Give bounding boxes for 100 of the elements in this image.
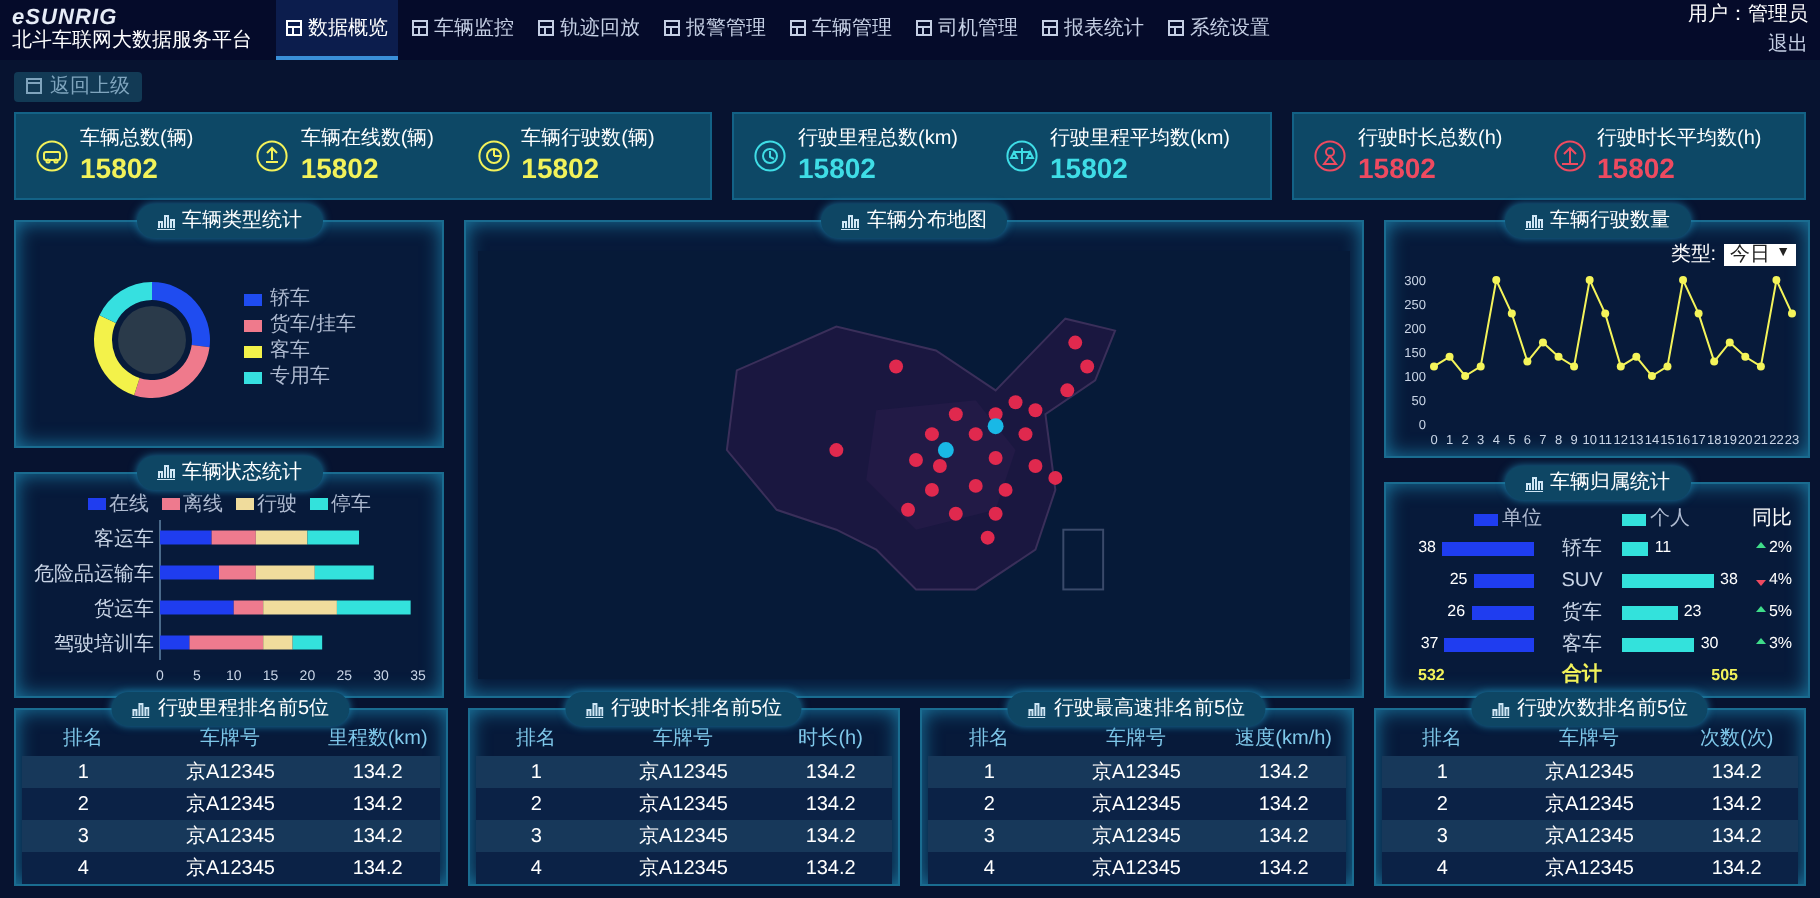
- bar-chart-icon: [131, 701, 150, 717]
- bar-value: 26: [1447, 600, 1466, 624]
- change-value: 4%: [1768, 568, 1792, 592]
- stat-value: 15802: [521, 151, 602, 185]
- legend-label: 在线: [109, 493, 149, 515]
- nav-tab[interactable]: 轨迹回放: [528, 0, 650, 60]
- axis-label: 货运车: [94, 597, 154, 620]
- stat-label: 行驶时长总数(h): [1358, 127, 1503, 151]
- bar-value: 37: [1420, 632, 1439, 656]
- panel-title: 行驶时长排名前5位: [610, 695, 783, 724]
- axis-label: 危险品运输车: [34, 562, 154, 585]
- data-point: [1772, 276, 1781, 284]
- column-header: 排名: [61, 725, 106, 754]
- table-cell-text: 134.2: [803, 823, 858, 851]
- table-cell-text: 134.2: [1709, 759, 1764, 787]
- bar-value: 38: [1720, 568, 1738, 592]
- stat-value: 15802: [1597, 151, 1677, 185]
- table-cell-text: 134.2: [1256, 823, 1311, 851]
- grid-icon: [1042, 20, 1058, 36]
- table-cell-text: 134.2: [803, 791, 858, 819]
- bar: [1622, 573, 1714, 587]
- nav-tab[interactable]: 数据概览: [276, 0, 398, 60]
- legend-label: 货车/挂车: [270, 314, 356, 339]
- data-point: [1679, 276, 1688, 284]
- stat-value: 15802: [798, 151, 878, 185]
- nav-tab[interactable]: 报表统计: [1032, 0, 1154, 60]
- table-cell-text: 3: [981, 823, 997, 851]
- table-cell-text: 134.2: [803, 855, 858, 883]
- data-point: [1710, 357, 1719, 366]
- logout-link[interactable]: 退出: [1768, 30, 1808, 60]
- grid-icon: [286, 20, 302, 36]
- total-label: 合计: [1560, 661, 1604, 690]
- data-point: [1632, 352, 1641, 361]
- column-header: 车牌号: [651, 725, 716, 754]
- bar-chart-icon: [584, 701, 603, 717]
- stat-value: 15802: [300, 151, 381, 185]
- table-cell-text: 4: [528, 855, 544, 883]
- bar: [1471, 605, 1534, 619]
- back-button[interactable]: 返回上级: [14, 71, 142, 101]
- panel-title: 行驶最高速排名前5位: [1053, 695, 1246, 724]
- panel-title: 车辆状态统计: [182, 459, 302, 487]
- data-point: [1430, 362, 1438, 371]
- legend-label: 行驶: [257, 493, 297, 515]
- stat-label: 行驶时长平均数(h): [1597, 127, 1762, 151]
- legend-label: 轿车: [270, 288, 310, 313]
- table-cell-text: 京A12345: [1090, 855, 1183, 883]
- nav-tab[interactable]: 司机管理: [906, 0, 1028, 60]
- table-cell-text: 1: [75, 759, 91, 787]
- bar-chart-icon: [1027, 701, 1046, 717]
- logo: eSUNRIG: [12, 6, 118, 30]
- data-point: [1756, 362, 1765, 371]
- table-cell-text: 134.2: [1256, 759, 1311, 787]
- table-cell-text: 京A12345: [1090, 823, 1183, 851]
- table-cell-text: 京A12345: [184, 855, 277, 883]
- data-point: [1741, 352, 1750, 361]
- total-value: 532: [1416, 663, 1447, 687]
- table-cell-text: 2: [981, 791, 997, 819]
- table-cell-text: 1: [528, 759, 544, 787]
- table-cell-text: 2: [75, 791, 91, 819]
- table-cell-text: 134.2: [350, 855, 405, 883]
- bar: [1622, 637, 1695, 651]
- nav-tab[interactable]: 车辆监控: [402, 0, 524, 60]
- bar: [1442, 541, 1534, 555]
- change-value: 2%: [1768, 536, 1792, 560]
- column-header: 车牌号: [198, 725, 263, 754]
- data-point: [1461, 372, 1470, 380]
- legend-label: 客车: [270, 340, 310, 365]
- stat-label: 行驶里程总数(km): [798, 127, 958, 151]
- nav-tab[interactable]: 车辆管理: [780, 0, 902, 60]
- data-point: [1507, 309, 1516, 318]
- table-cell-text: 京A12345: [184, 823, 277, 851]
- stat-label: 车辆行驶数(辆): [521, 127, 655, 151]
- table-cell-text: 3: [75, 823, 91, 851]
- table-cell-text: 京A12345: [1543, 791, 1636, 819]
- legend-label: 停车: [331, 493, 371, 515]
- table-cell-text: 京A12345: [184, 759, 277, 787]
- nav-tab[interactable]: 系统设置: [1158, 0, 1280, 60]
- category-label: 轿车: [1560, 535, 1604, 563]
- data-point: [1492, 276, 1501, 284]
- grid-icon: [664, 20, 680, 36]
- bar-chart-icon: [156, 464, 174, 480]
- bar-value: 11: [1654, 536, 1672, 560]
- table-cell-text: 134.2: [1709, 823, 1764, 851]
- table-cell-text: 134.2: [350, 759, 405, 787]
- window-icon: [26, 78, 42, 94]
- data-point: [1788, 309, 1796, 318]
- stat-label: 行驶里程平均数(km): [1050, 127, 1230, 151]
- data-point: [1647, 372, 1656, 380]
- total-value: 505: [1709, 663, 1740, 687]
- table-cell-text: 134.2: [350, 791, 405, 819]
- table-cell-text: 134.2: [1709, 855, 1764, 883]
- grid-icon: [916, 20, 932, 36]
- nav-tab[interactable]: 报警管理: [654, 0, 776, 60]
- table-cell-text: 134.2: [1709, 791, 1764, 819]
- column-header: 排名: [514, 725, 559, 754]
- user-name: 用户：管理员: [1688, 1, 1808, 30]
- column-header: 排名: [967, 725, 1012, 754]
- table-cell-text: 京A12345: [184, 791, 277, 819]
- legend-label: 个人: [1650, 506, 1690, 534]
- panel-title: 车辆行驶数量: [1550, 207, 1670, 236]
